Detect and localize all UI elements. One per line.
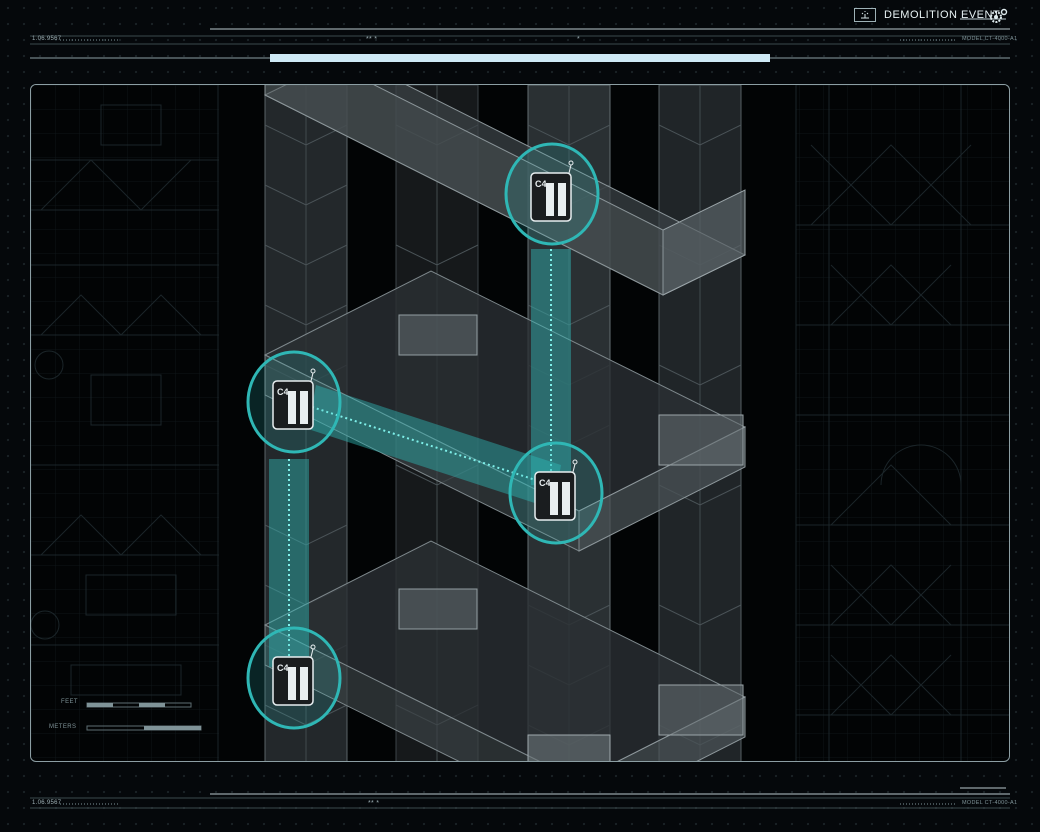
footer-code-left: 1.06.9567 (32, 800, 62, 806)
demolition-screen: 1.06.9567 MODEL CT-4000-A1 ** * * DEMOLI… (0, 0, 1040, 832)
scale-meters-label: METERS (49, 724, 77, 730)
bottom-hud-rails (30, 787, 1010, 809)
header-code-left: 1.06.9567 (32, 36, 62, 42)
charge-marker[interactable]: C4 (503, 141, 601, 247)
c4-charge-icon (246, 350, 342, 454)
c4-charge-icon (504, 142, 600, 246)
progress-bar-fill (270, 54, 770, 62)
header-mark-small: * (577, 36, 581, 43)
charge-marker[interactable]: C4 (245, 349, 343, 455)
c4-charge-icon (246, 626, 342, 730)
page-title: DEMOLITION EVENT (884, 9, 1001, 21)
blueprint-panel: C4 C4 C4 C4 FEET METERS (30, 84, 1010, 762)
charge-label: C4 (277, 387, 289, 397)
detonator-icon[interactable] (854, 8, 876, 22)
header-code-right: MODEL CT-4000-A1 (962, 36, 1018, 42)
footer-mark-center: ** * (368, 800, 380, 807)
footer-code-right: MODEL CT-4000-A1 (962, 800, 1018, 806)
gear-icon[interactable] (988, 8, 1008, 24)
charge-label: C4 (277, 663, 289, 673)
scale-feet-label: FEET (61, 699, 78, 705)
header-mark-center: ** * (366, 36, 378, 43)
charge-marker[interactable]: C4 (507, 440, 605, 546)
charge-label: C4 (539, 478, 551, 488)
charge-marker[interactable]: C4 (245, 625, 343, 731)
c4-charge-icon (508, 441, 604, 545)
charge-label: C4 (535, 179, 547, 189)
